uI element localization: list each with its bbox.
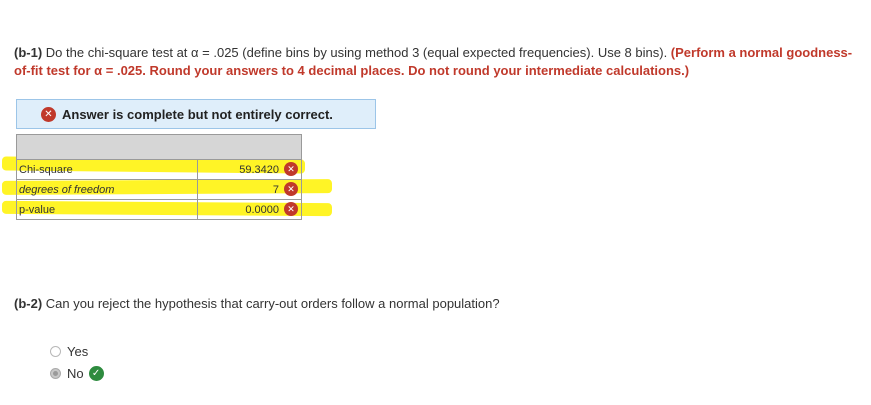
radio-no[interactable] [50, 368, 61, 379]
table-row: degrees of freedom 7 ✕ [16, 179, 302, 200]
row-label: Chi-square [16, 159, 198, 180]
check-circle-icon: ✓ [88, 366, 104, 381]
question-b2: (b-2) Can you reject the hypothesis that… [14, 296, 500, 311]
question-b2-label: (b-2) [14, 296, 43, 311]
answer-status-banner: ✕ Answer is complete but not entirely co… [16, 99, 376, 129]
x-circle-icon: ✕ [284, 202, 298, 216]
table-row: Chi-square 59.3420 ✕ [16, 159, 302, 180]
degrees-of-freedom-answer-field[interactable]: 7 ✕ [197, 179, 302, 200]
x-circle-icon: ✕ [41, 106, 56, 122]
table-row: p-value 0.0000 ✕ [16, 199, 302, 220]
option-yes[interactable]: Yes [50, 344, 88, 359]
answer-status-text: Answer is complete but not entirely corr… [62, 106, 333, 122]
x-circle-icon: ✕ [284, 182, 298, 196]
question-b1-text: Do the chi-square test at α = .025 (defi… [42, 45, 671, 60]
table-header-row [16, 134, 302, 160]
option-label: No [67, 366, 84, 381]
answer-table: Chi-square 59.3420 ✕ degrees of freedom 7… [16, 134, 302, 220]
question-b2-text: Can you reject the hypothesis that carry… [42, 296, 500, 311]
option-no[interactable]: No ✓ [50, 366, 104, 381]
p-value-answer-field[interactable]: 0.0000 ✕ [197, 199, 302, 220]
row-label: degrees of freedom [16, 179, 198, 200]
chi-square-answer-field[interactable]: 59.3420 ✕ [197, 159, 302, 180]
option-label: Yes [67, 344, 89, 359]
row-label: p-value [16, 199, 198, 220]
question-b1-label: (b-1) [14, 45, 43, 60]
question-b1: (b-1) Do the chi-square test at α = .025… [14, 44, 859, 80]
radio-yes[interactable] [50, 346, 61, 357]
x-circle-icon: ✕ [284, 162, 298, 176]
